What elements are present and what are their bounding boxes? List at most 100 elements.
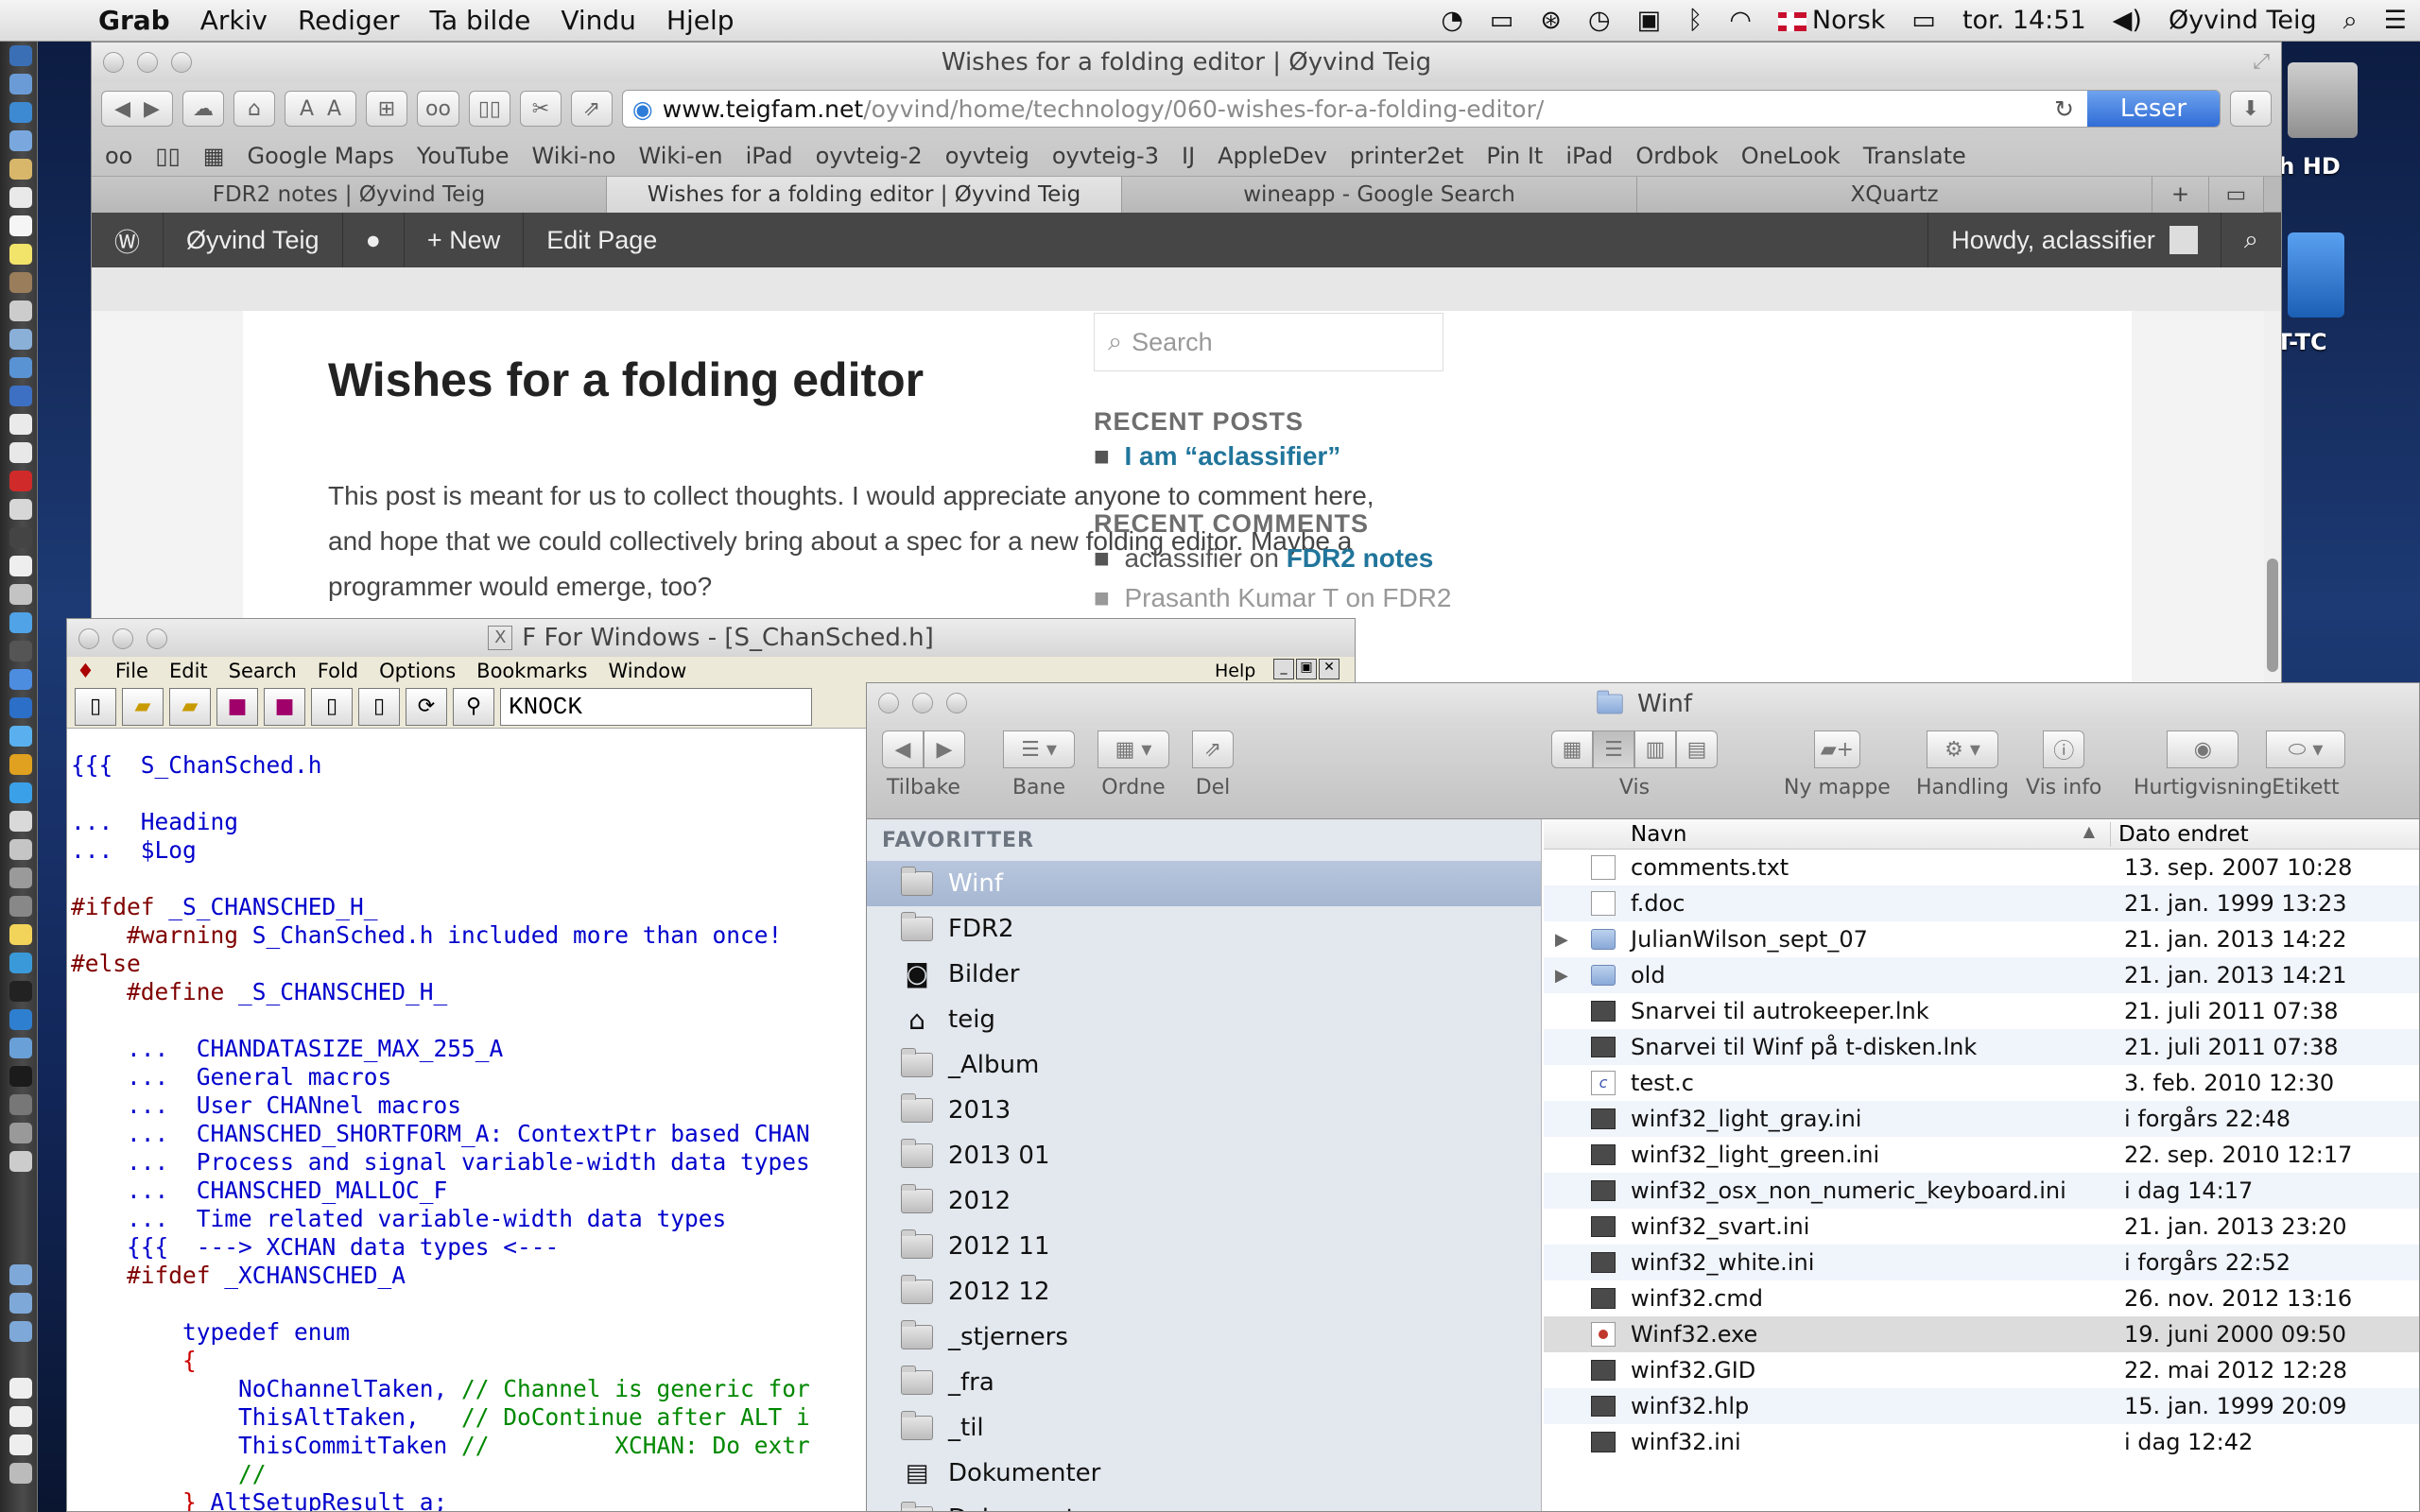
dock-app-icon[interactable] [9,74,32,94]
comment-author[interactable]: aclassifier [1124,543,1241,573]
file-row[interactable]: winf32.cmd 26. nov. 2012 13:16 [1544,1280,2419,1316]
dock-app-icon[interactable] [9,499,32,520]
file-row[interactable]: winf32_white.ini i forgårs 22:52 [1544,1245,2419,1280]
code-line[interactable]: #ifdef _S_CHANSCHED_H_ [71,893,810,921]
dock-app-icon[interactable] [9,782,32,803]
fmenu-edit[interactable]: Edit [169,660,208,682]
menu-app-grab[interactable]: Grab [78,5,185,36]
sidebar-item-2013[interactable]: 2013 [867,1088,1541,1133]
fmenu-options[interactable]: Options [379,660,456,682]
bookmark-ipad[interactable]: iPad [746,143,793,169]
column-name-header[interactable]: Navn ▲ [1544,821,2111,847]
spotlight-icon[interactable]: ⌕ [2330,6,2371,36]
code-line[interactable]: ... General macros [71,1063,810,1091]
share-button[interactable]: ⇗ [1192,730,1234,768]
file-row[interactable]: winf32.ini i dag 12:42 [1544,1424,2419,1460]
dock-app-icon[interactable] [9,442,32,463]
dock-folder-icon[interactable] [9,1264,32,1285]
code-line[interactable]: NoChannelTaken, // Channel is generic fo… [71,1375,810,1403]
dock-app-icon[interactable] [9,839,32,860]
menu-ta-bilde[interactable]: Ta bilde [414,5,545,36]
code-line[interactable]: { [71,1347,810,1375]
input-source-menu[interactable]: Norsk [1765,6,1899,35]
code-line[interactable]: #warning S_ChanSched.h included more tha… [71,921,810,950]
sidebar-item-album[interactable]: _Album [867,1042,1541,1088]
sidebar-item-dokumenter-2[interactable]: Dokumenter [867,1496,1541,1511]
battery-icon[interactable]: ▭ [1898,6,1949,35]
accessibility-icon[interactable]: ⊛ [1527,6,1575,35]
history-icon[interactable]: ◷ [1575,6,1624,35]
dock-app-icon[interactable] [9,868,32,888]
bookmarks-button[interactable]: ▯▯ [468,91,510,127]
code-line[interactable] [71,780,810,808]
tab-fdr2-notes[interactable]: FDR2 notes | Øyvind Teig [92,177,607,213]
sidebar-item-til[interactable]: _til [867,1405,1541,1451]
volume-icon[interactable]: ◀) [2100,6,2155,35]
dock-app-icon[interactable] [9,1009,32,1030]
reload-icon[interactable]: ↻ [2054,95,2074,123]
wp-site-name[interactable]: Øyvind Teig [164,213,343,267]
bookmark-ipad-2[interactable]: iPad [1565,143,1613,169]
reading-list-icon[interactable]: oo [105,143,132,169]
back-icon[interactable]: ◀ [882,730,924,768]
bookmark-wiki-no[interactable]: Wiki-no [532,143,616,169]
file-row[interactable]: winf32_svart.ini 21. jan. 2013 23:20 [1544,1209,2419,1245]
fmenu-window[interactable]: Window [609,660,687,682]
code-line[interactable]: ThisCommitTaken // XCHAN: Do extr [71,1432,810,1460]
code-line[interactable]: ... Time related variable-width data typ… [71,1205,810,1233]
sidebar-item-fdr2[interactable]: FDR2 [867,906,1541,952]
list-view-icon[interactable]: ☰ [1593,730,1634,768]
fullscreen-icon[interactable]: ⤢ [2253,50,2270,74]
code-line[interactable]: // [71,1460,810,1488]
zoom-button[interactable] [147,628,167,649]
file-row[interactable]: winf32.GID 22. mai 2012 12:28 [1544,1352,2419,1388]
file-row[interactable]: ▶ old 21. jan. 2013 14:21 [1544,957,2419,993]
code-line[interactable]: ... Process and signal variable-width da… [71,1148,810,1177]
disclosure-triangle-icon[interactable]: ▶ [1555,930,1568,950]
mdi-close-icon[interactable]: ✕ [1319,659,1340,679]
mdi-restore-icon[interactable]: ▣ [1296,659,1317,679]
dock-app-icon[interactable] [9,1038,32,1058]
code-line[interactable]: ThisAltTaken, // DoContinue after ALT i [71,1403,810,1432]
downloads-button[interactable]: ⬇ [2230,91,2272,127]
file-row[interactable]: Snarvei til Winf på t-disken.lnk 21. juli… [1544,1029,2419,1065]
file-row[interactable]: Snarvei til autrokeeper.lnk 21. juli 2011… [1544,993,2419,1029]
minimize-button[interactable] [137,52,158,73]
dock-app-icon[interactable] [9,556,32,576]
code-line[interactable]: {{{ ---> XCHAN data types <--- [71,1233,810,1262]
airplay-icon[interactable]: ▭ [1477,6,1528,35]
comment-2-text[interactable]: Prasanth Kumar T on FDR2 [1124,583,1451,612]
close-button[interactable] [878,693,899,713]
code-line[interactable]: ... User CHANnel macros [71,1091,810,1120]
bluetooth-icon[interactable]: ᛒ [1674,6,1716,35]
fmenu-help[interactable]: Help [1215,661,1255,681]
dock-app-icon[interactable] [9,726,32,747]
bookmark-oyvteig[interactable]: oyvteig [945,143,1029,169]
sidebar-item-2012[interactable]: 2012 [867,1178,1541,1224]
dock-app-icon[interactable] [9,584,32,605]
show-bookmarks-icon[interactable]: ▯▯ [155,143,180,169]
coverflow-view-icon[interactable]: ▤ [1676,730,1718,768]
code-line[interactable] [71,1006,810,1035]
trash-icon[interactable] [9,1463,32,1484]
add-bookmark-button[interactable]: ⊞ [366,91,407,127]
minimize-button[interactable] [912,693,933,713]
sidebar-item-2013-01[interactable]: 2013 01 [867,1133,1541,1178]
tab-wineapp-google[interactable]: wineapp - Google Search [1122,177,1637,213]
minimize-button[interactable] [112,628,133,649]
quicklook-button[interactable]: ◉ [2167,730,2239,768]
wordpress-logo-icon[interactable]: Ⓦ [92,213,164,267]
code-line[interactable]: {{{ S_ChanSched.h [71,751,810,780]
external-disk-icon[interactable] [2288,232,2344,318]
dock-app-icon[interactable] [9,669,32,690]
mdi-minimize-icon[interactable]: _ [1273,659,1294,679]
wp-new-button[interactable]: + New [405,213,525,267]
dock-app-icon[interactable] [9,386,32,406]
menu-arkiv[interactable]: Arkiv [185,5,283,36]
dock-app-icon[interactable] [9,1094,32,1115]
file-row[interactable]: winf32_light_green.ini 22. sep. 2010 12:1… [1544,1137,2419,1173]
bookmark-oyvteig-3[interactable]: oyvteig-3 [1052,143,1159,169]
fold-close-icon[interactable]: ▯ [358,687,400,726]
dock-app-icon[interactable] [9,329,32,350]
clock[interactable]: tor. 14:51 [1949,6,2100,35]
